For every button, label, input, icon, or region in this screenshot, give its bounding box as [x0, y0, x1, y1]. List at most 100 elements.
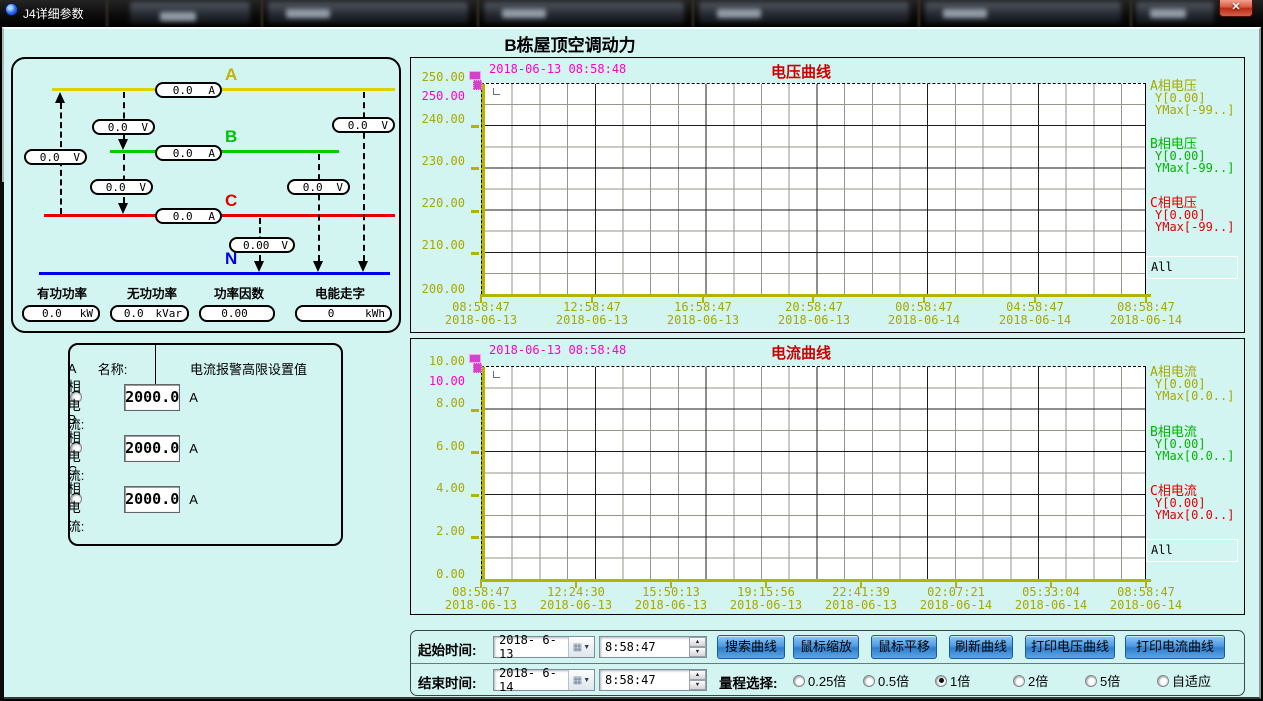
legend-phase-b-voltage: B相电压 Y[0.00] YMax[-99..] [1150, 139, 1246, 174]
legend-ymax: YMax[-99..] [1150, 222, 1246, 233]
legend-all-selector[interactable]: All [1146, 539, 1238, 562]
y-tick-label: 220.00 [411, 196, 465, 210]
cursor-marker-icon[interactable] [473, 80, 482, 90]
search-curve-button[interactable]: 搜索曲线 [717, 635, 785, 659]
voltage-an-readout: 0.0 V [332, 117, 395, 133]
spin-up-icon[interactable]: ▲ [689, 637, 706, 647]
phase-c-current-value: 0.0 [157, 210, 208, 223]
spinner-buttons[interactable]: ▲ ▼ [689, 670, 706, 690]
power-factor-value: 0.00 [201, 307, 268, 320]
radio-icon[interactable] [1085, 675, 1097, 687]
reactive-power-unit: kVar [156, 307, 188, 320]
y-tick-label: 6.00 [411, 439, 465, 453]
phase-b-limit-input[interactable]: 2000.0 [124, 435, 180, 462]
calendar-icon[interactable]: ▦▼ [568, 670, 594, 690]
start-date-picker[interactable]: 2018- 6-13 ▦▼ [493, 636, 595, 658]
phase-c-current-readout: 0.0 A [155, 208, 222, 224]
y-tick-label: 0.00 [411, 567, 465, 581]
background-text-smudge [1150, 9, 1186, 18]
x-tick-label: 04:58:47 2018-06-14 [989, 301, 1081, 327]
arrow-down-icon [358, 261, 368, 272]
mouse-pan-button[interactable]: 鼠标平移 [871, 635, 937, 659]
y-tick [471, 252, 479, 255]
range-option-0.5x[interactable]: 0.5倍 [863, 671, 909, 690]
range-option-auto[interactable]: 自适应 [1157, 671, 1211, 690]
radio-icon[interactable] [1157, 675, 1169, 687]
power-factor-readout: 0.00 [199, 305, 275, 322]
close-button[interactable]: ✕ [1219, 0, 1253, 17]
energy-meter-unit: kWh [365, 307, 390, 320]
reactive-power-label: 无功功率 [127, 283, 177, 302]
background-text-smudge [943, 9, 987, 18]
x-date: 2018-06-14 [910, 599, 1002, 612]
phase-a-limit-unit: A [189, 390, 198, 405]
legend-ymax: YMax[-99..] [1150, 105, 1246, 116]
radio-icon[interactable] [1013, 675, 1025, 687]
phase-diagram-panel: A B C N 0.0 A 0.0 A 0.0 A 0.0 [11, 57, 401, 333]
spin-down-icon[interactable]: ▼ [689, 680, 706, 690]
radio-icon[interactable] [863, 675, 875, 687]
x-tick-label: 08:58:47 2018-06-14 [1100, 301, 1192, 327]
x-date: 2018-06-13 [530, 599, 622, 612]
background-divider [918, 0, 920, 27]
current-plot-area[interactable] [481, 366, 1146, 579]
voltage-cn-unit: V [281, 239, 293, 252]
background-text-smudge [160, 12, 196, 21]
x-axis [481, 294, 1151, 297]
cursor-corner-mark [493, 371, 500, 378]
control-bar: 起始时间: 2018- 6-13 ▦▼ 8:58:47 ▲ ▼ 搜索曲线 鼠标缩… [410, 630, 1245, 696]
voltage-bn-readout: 0.0 V [287, 179, 350, 195]
cursor-marker-icon[interactable] [473, 363, 482, 373]
end-time-spinner[interactable]: 8:58:47 ▲ ▼ [599, 669, 707, 691]
cursor-marker-icon[interactable] [469, 354, 481, 363]
calendar-icon[interactable]: ▦▼ [568, 637, 594, 657]
start-time-spinner[interactable]: 8:58:47 ▲ ▼ [599, 636, 707, 658]
background-divider [261, 0, 263, 27]
row-c-label: C相电流: [70, 493, 82, 505]
end-date-picker[interactable]: 2018- 6-14 ▦▼ [493, 669, 595, 691]
y-tick-label: 250.00 [411, 70, 465, 84]
x-tick-label: 00:58:47 2018-06-14 [878, 301, 970, 327]
end-time-value: 8:58:47 [600, 673, 689, 687]
range-option-5x[interactable]: 5倍 [1085, 671, 1120, 690]
phase-b-current-readout: 0.0 A [155, 145, 222, 161]
phase-n-line [39, 272, 390, 275]
cursor-marker-icon[interactable] [469, 71, 481, 80]
dropdown-arrow-icon: ▼ [583, 677, 590, 684]
range-option-1x[interactable]: 1倍 [935, 671, 970, 690]
x-tick-label: 20:58:47 2018-06-13 [768, 301, 860, 327]
cursor-y-label: 250.00 [411, 89, 465, 103]
radio-icon[interactable] [793, 675, 805, 687]
power-factor-label: 功率因数 [214, 283, 264, 302]
spin-down-icon[interactable]: ▼ [689, 647, 706, 657]
phase-a-current-unit: A [208, 84, 220, 97]
print-current-curve-button[interactable]: 打印电流曲线 [1125, 635, 1225, 659]
radio-selected-icon[interactable] [935, 675, 947, 687]
voltage-cn-readout: 0.00 V [229, 237, 295, 253]
spinner-buttons[interactable]: ▲ ▼ [689, 637, 706, 657]
active-power-value: 0.0 [24, 307, 80, 320]
spin-up-icon[interactable]: ▲ [689, 670, 706, 680]
y-tick-label: 10.00 [411, 354, 465, 368]
table-row: 2000.0 A [155, 391, 167, 403]
radio-label: 2倍 [1028, 671, 1048, 690]
start-time-label: 起始时间: [418, 639, 477, 659]
y-tick [471, 536, 479, 539]
range-option-0.25x[interactable]: 0.25倍 [793, 671, 846, 690]
phase-c-limit-input[interactable]: 2000.0 [124, 486, 180, 513]
refresh-curve-button[interactable]: 刷新曲线 [949, 635, 1013, 659]
print-voltage-curve-button[interactable]: 打印电压曲线 [1025, 635, 1115, 659]
voltage-plot-area[interactable] [481, 83, 1146, 294]
y-tick-label: 8.00 [411, 396, 465, 410]
legend-all-selector[interactable]: All [1146, 256, 1238, 279]
x-tick-label: 15:50:13 2018-06-13 [625, 586, 717, 612]
x-tick-label: 05:33:04 2018-06-14 [1005, 586, 1097, 612]
x-date: 2018-06-14 [1005, 599, 1097, 612]
legend-ymax: YMax[0.0..] [1150, 510, 1246, 521]
background-divider [692, 0, 694, 27]
range-option-2x[interactable]: 2倍 [1013, 671, 1048, 690]
cursor-corner-mark [493, 88, 500, 95]
y-tick-label: 210.00 [411, 238, 465, 252]
mouse-zoom-button[interactable]: 鼠标缩放 [793, 635, 859, 659]
phase-a-limit-input[interactable]: 2000.0 [124, 384, 180, 411]
